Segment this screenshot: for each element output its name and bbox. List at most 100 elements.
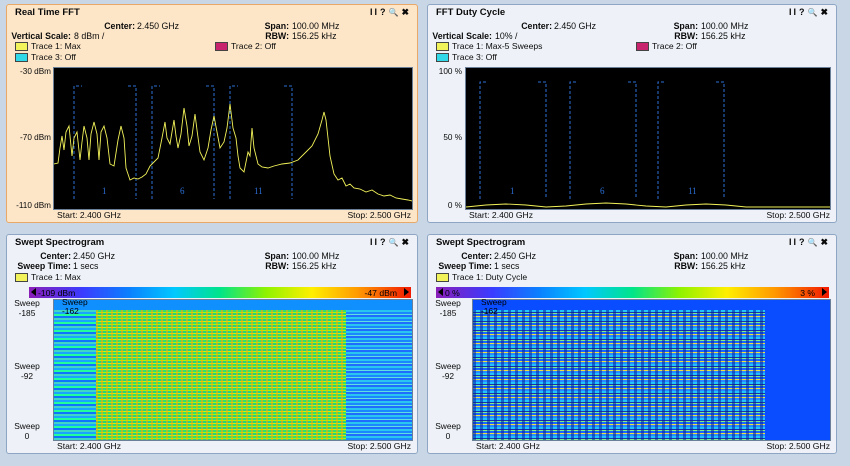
trace-3-toggle[interactable]: Trace 3: Off — [15, 52, 76, 63]
panel-title: FFT Duty Cycle — [436, 7, 506, 18]
help-icon[interactable]: ? — [799, 237, 807, 247]
trace-1-toggle[interactable]: Trace 1: Max — [15, 272, 81, 283]
scale-min-marker-icon[interactable] — [438, 288, 443, 296]
scale-max-marker-icon[interactable] — [404, 288, 409, 296]
panel-title: Real Time FFT — [15, 7, 80, 18]
duty-cycle-plot-area[interactable]: 1 6 11 — [465, 67, 831, 210]
rbw-value: 156.25 kHz — [701, 261, 746, 271]
zoom-icon[interactable]: 🔍 — [388, 8, 400, 17]
trace-1-label: Trace 1: Max — [31, 272, 81, 282]
sweep-top-word: Sweep — [14, 298, 40, 308]
sweep-top-value: -185 — [18, 308, 36, 318]
start-frequency: Start: 2.400 GHz — [476, 441, 541, 451]
y-axis-bottom-label: 0 % — [447, 201, 462, 210]
span-value: 100.00 MHz — [701, 251, 749, 261]
start-frequency: Start: 2.400 GHz — [57, 441, 122, 451]
swept-spectrogram-panel-1[interactable]: Swept Spectrogram II?🔍✖ Center: 2.450 GH… — [6, 234, 418, 454]
pause-icon[interactable]: II — [370, 7, 379, 17]
zoom-icon[interactable]: 🔍 — [388, 238, 400, 247]
trace-3-swatch — [436, 53, 449, 63]
trace-1-toggle[interactable]: Trace 1: Duty Cycle — [436, 272, 528, 283]
rbw-value: 156.25 kHz — [701, 31, 746, 41]
pause-icon[interactable]: II — [789, 7, 798, 17]
close-icon[interactable]: ✖ — [820, 237, 830, 248]
pause-icon[interactable]: II — [370, 237, 379, 247]
rbw-value: 156.25 kHz — [292, 31, 337, 41]
stop-frequency: Stop: 2.500 GHz — [347, 441, 411, 451]
sweep-bottom-word: Sweep — [14, 421, 40, 431]
channel-mask-6 — [569, 81, 637, 199]
stop-frequency: Stop: 2.500 GHz — [766, 210, 830, 220]
span-label: Span: — [673, 21, 698, 31]
help-icon[interactable]: ? — [799, 7, 807, 17]
spectrogram-active-band — [96, 310, 346, 440]
trace-1-swatch — [436, 42, 449, 52]
trace-1-swatch — [436, 273, 449, 283]
trace-1-toggle[interactable]: Trace 1: Max — [15, 41, 81, 52]
sweep-top-value: -185 — [439, 308, 457, 318]
help-icon[interactable]: ? — [380, 237, 388, 247]
fft-duty-cycle-panel[interactable]: FFT Duty Cycle II?🔍✖ Center: 2.450 GHz V… — [427, 4, 837, 223]
channel-mask-1 — [479, 81, 547, 199]
duty-cycle-plot: 1 6 11 — [466, 81, 830, 208]
spectrogram-activity-band — [473, 310, 765, 440]
sweep-mid-value: -92 — [20, 371, 34, 381]
channel-mask-11 — [229, 85, 293, 199]
panel-title: Swept Spectrogram — [436, 237, 526, 248]
panel-title: Swept Spectrogram — [15, 237, 105, 248]
rbw-label: RBW: — [674, 31, 698, 41]
trace-1-toggle[interactable]: Trace 1: Max-5 Sweeps — [436, 41, 543, 52]
channel-mask-11 — [657, 81, 725, 199]
y-axis-bottom-label: -110 dBm — [16, 201, 51, 210]
scale-min-marker-icon[interactable] — [31, 288, 36, 296]
spectrogram-rolloff — [346, 310, 412, 440]
y-axis-top-label: -30 dBm — [20, 67, 51, 76]
real-time-fft-panel[interactable]: Real Time FFT II?🔍✖ Center: 2.450 GHz Ve… — [6, 4, 418, 223]
trace-2-toggle[interactable]: Trace 2: Off — [636, 41, 697, 52]
span-value: 100.00 MHz — [701, 21, 749, 31]
trace-1-label: Trace 1: Max — [31, 41, 81, 51]
sweep-bottom-value: 0 — [445, 431, 451, 441]
trace-1-line — [54, 103, 412, 202]
channel-label-11: 11 — [688, 186, 697, 196]
span-label: Span: — [264, 21, 289, 31]
span-label: Span: — [264, 251, 289, 261]
close-icon[interactable]: ✖ — [401, 237, 411, 248]
channel-masks — [73, 85, 293, 199]
trace-2-label: Trace 2: Off — [231, 41, 276, 51]
trace-2-swatch — [636, 42, 649, 52]
zoom-icon[interactable]: 🔍 — [807, 238, 819, 247]
channel-mask-1 — [73, 85, 137, 199]
zoom-icon[interactable]: 🔍 — [807, 8, 819, 17]
trace-3-toggle[interactable]: Trace 3: Off — [436, 52, 497, 63]
y-axis-mid-label: -70 dBm — [20, 133, 51, 142]
trace-3-label: Trace 3: Off — [31, 52, 76, 62]
close-icon[interactable]: ✖ — [820, 7, 830, 18]
spectrogram-plot-area[interactable]: Sweep -162 — [472, 298, 831, 441]
close-icon[interactable]: ✖ — [401, 7, 411, 18]
swept-spectrogram-panel-2[interactable]: Swept Spectrogram II?🔍✖ Center: 2.450 GH… — [427, 234, 837, 454]
start-frequency: Start: 2.400 GHz — [469, 210, 534, 220]
panel-controls: II?🔍✖ — [369, 7, 411, 18]
trace-3-label: Trace 3: Off — [452, 52, 497, 62]
trace-1-line — [466, 202, 830, 208]
trace-1-label: Trace 1: Duty Cycle — [452, 272, 528, 282]
channel-label-1: 1 — [102, 186, 107, 196]
stop-frequency: Stop: 2.500 GHz — [766, 441, 830, 451]
start-frequency: Start: 2.400 GHz — [57, 210, 122, 220]
trace-1-label: Trace 1: Max-5 Sweeps — [452, 41, 543, 51]
spectrogram-plot-area[interactable]: Sweep -162 — [53, 298, 413, 441]
channel-label-6: 6 — [600, 186, 605, 196]
fft-plot-area[interactable]: 1 6 11 — [53, 67, 413, 210]
channel-masks — [479, 81, 725, 199]
trace-2-toggle[interactable]: Trace 2: Off — [215, 41, 276, 52]
y-axis-top-label: 100 % — [438, 67, 462, 76]
sweep-bottom-word: Sweep — [435, 421, 461, 431]
fft-plot: 1 6 11 — [54, 85, 412, 202]
sweep-cursor-value: -162 — [62, 306, 79, 316]
pause-icon[interactable]: II — [789, 237, 798, 247]
help-icon[interactable]: ? — [380, 7, 388, 17]
sweep-bottom-value: 0 — [24, 431, 30, 441]
scale-max-marker-icon[interactable] — [822, 288, 827, 296]
trace-1-swatch — [15, 42, 28, 52]
